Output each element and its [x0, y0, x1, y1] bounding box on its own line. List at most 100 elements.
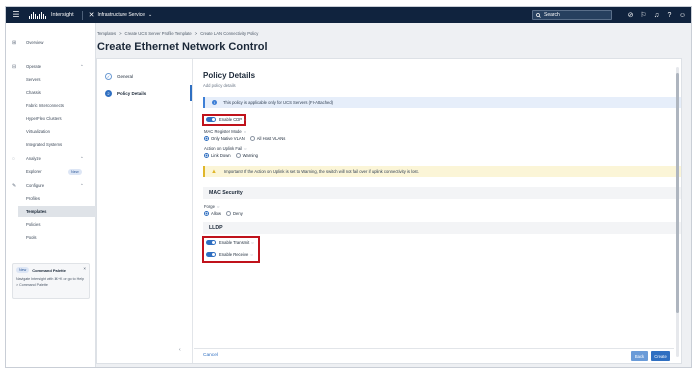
- sidebar-item-hyperflex-clusters[interactable]: HyperFlex Clusters: [6, 113, 96, 124]
- sidebar: ⊞ Overview ⊟ Operate ⌃ Servers Chassis F…: [6, 23, 96, 367]
- sidebar-item-label: Fabric Interconnects: [26, 103, 64, 108]
- radio-deny[interactable]: [226, 211, 232, 216]
- wizard-footer: Cancel Back Create: [194, 348, 674, 363]
- policy-details-panel: Policy Details Add policy details i This…: [194, 59, 681, 363]
- overview-icon: ⊞: [12, 39, 17, 46]
- section-subtitle: Add policy details: [203, 83, 236, 88]
- back-button[interactable]: Back: [631, 351, 648, 361]
- cisco-logo: [29, 11, 46, 19]
- radio-link-down[interactable]: [204, 153, 209, 158]
- enable-cdp-toggle[interactable]: Enable CDP ○: [206, 117, 246, 122]
- sidebar-item-label: Servers: [26, 77, 41, 82]
- bell-icon[interactable]: ♫: [652, 10, 661, 20]
- step-general[interactable]: ✓ General: [105, 73, 133, 80]
- topbar-actions: ⊘ ⚐ ♫ ? ☺: [626, 10, 687, 20]
- radio-all-host-vlans[interactable]: [249, 136, 255, 141]
- megaphone-icon[interactable]: ⚐: [639, 10, 648, 20]
- sidebar-item-label: Profiles: [26, 196, 40, 201]
- toggle-switch[interactable]: [206, 252, 216, 257]
- chevron-up-icon: ⌃: [80, 63, 84, 69]
- search-placeholder: Search: [544, 12, 560, 18]
- topbar-divider: [81, 10, 83, 20]
- breadcrumb-link[interactable]: Create LAN Connectivity Policy: [200, 31, 258, 36]
- help-icon[interactable]: ○: [250, 252, 252, 257]
- sidebar-item-profiles[interactable]: Profiles: [6, 193, 96, 204]
- sidebar-item-integrated-systems[interactable]: Integrated Systems: [6, 139, 96, 150]
- sidebar-item-configure[interactable]: ✎ Configure ⌃: [6, 180, 96, 191]
- breadcrumb: Templates > Create UCS Server Profile Te…: [97, 31, 258, 36]
- sidebar-item-servers[interactable]: Servers: [6, 74, 96, 85]
- radio-warning[interactable]: [235, 153, 241, 158]
- mac-security-heading: MAC Security: [203, 187, 681, 199]
- uplink-fail-group: Link Down Warning: [204, 153, 258, 158]
- user-icon[interactable]: ☺: [678, 10, 687, 20]
- sidebar-item-overview[interactable]: ⊞ Overview: [6, 37, 96, 48]
- radio-only-native-vlan[interactable]: [204, 136, 209, 141]
- chevron-left-icon[interactable]: ‹: [179, 347, 181, 353]
- help-icon[interactable]: ○: [244, 146, 246, 151]
- sidebar-item-analyze[interactable]: ◌ Analyze ⌃: [6, 153, 96, 164]
- sidebar-item-policies[interactable]: Policies: [6, 219, 96, 230]
- info-text: This policy is applicable only for UCS S…: [223, 100, 334, 105]
- help-icon[interactable]: ○: [244, 117, 246, 122]
- sidebar-item-explorer[interactable]: Explorer New: [6, 166, 96, 177]
- sidebar-item-label: Explorer: [26, 169, 42, 174]
- scrollbar-thumb[interactable]: [676, 73, 679, 313]
- field-label: Action on Uplink Fail: [204, 146, 243, 151]
- breadcrumb-link[interactable]: Create UCS Server Profile Template: [125, 31, 192, 36]
- toggle-label: Enable Receive: [219, 252, 249, 257]
- wizard-steps: ✓ General 2 Policy Details ‹: [97, 59, 193, 363]
- sidebar-item-label: Operate: [26, 64, 42, 69]
- help-icon[interactable]: ?: [665, 10, 674, 20]
- create-button[interactable]: Create: [651, 351, 670, 361]
- search-input[interactable]: Search: [532, 10, 612, 20]
- close-icon[interactable]: ×: [83, 266, 86, 271]
- step-number: 2: [105, 90, 112, 97]
- sidebar-item-label: Integrated Systems: [26, 142, 63, 147]
- chevron-up-icon: ⌃: [80, 155, 84, 161]
- step-policy-details[interactable]: 2 Policy Details: [105, 90, 146, 97]
- sidebar-item-pools[interactable]: Pools: [6, 232, 96, 243]
- enable-transmit-toggle[interactable]: Enable Transmit ○: [206, 240, 254, 245]
- warning-icon: ▲: [211, 168, 217, 175]
- field-label: Forge: [204, 204, 215, 209]
- mac-register-mode-label: MAC Register Mode ○: [204, 129, 246, 134]
- service-selector[interactable]: Infrastructure Service: [98, 12, 146, 18]
- sidebar-item-templates[interactable]: Templates: [18, 206, 96, 217]
- step-label: General: [117, 74, 134, 79]
- sidebar-item-fabric-interconnects[interactable]: Fabric Interconnects: [6, 100, 96, 111]
- check-circle-icon[interactable]: ⊘: [626, 10, 635, 20]
- sidebar-item-chassis[interactable]: Chassis: [6, 87, 96, 98]
- configure-icon: ✎: [12, 182, 17, 189]
- field-label: MAC Register Mode: [204, 129, 242, 134]
- top-bar: ☰ Intersight ✕ Infrastructure Service ⌄ …: [6, 7, 691, 23]
- forge-label: Forge ○: [204, 204, 219, 209]
- search-icon: [536, 12, 541, 18]
- palette-description: Navigate Intersight with ⌘+K or go to He…: [16, 277, 85, 287]
- sidebar-item-operate[interactable]: ⊟ Operate ⌃: [6, 61, 96, 72]
- menu-icon[interactable]: ☰: [11, 10, 21, 20]
- sidebar-item-label: Virtualization: [26, 129, 50, 134]
- radio-label: Deny: [233, 211, 243, 216]
- service-icon: ✕: [88, 12, 95, 19]
- sidebar-item-label: Chassis: [26, 90, 41, 95]
- sidebar-item-virtualization[interactable]: Virtualization: [6, 126, 96, 137]
- action-on-uplink-fail-label: Action on Uplink Fail ○: [204, 146, 247, 151]
- help-icon[interactable]: ○: [217, 204, 219, 209]
- info-icon: i: [212, 100, 217, 105]
- help-icon[interactable]: ○: [244, 129, 246, 134]
- breadcrumb-link[interactable]: Templates: [97, 31, 116, 36]
- command-palette-promo: New Command Palette × Navigate Intersigh…: [12, 263, 90, 299]
- toggle-switch[interactable]: [206, 240, 216, 245]
- toggle-switch[interactable]: [206, 117, 216, 122]
- radio-allow[interactable]: [204, 211, 209, 216]
- scrollbar[interactable]: [676, 67, 679, 357]
- lldp-heading: LLDP: [203, 222, 681, 234]
- sidebar-item-label: Policies: [26, 222, 41, 227]
- sidebar-item-label: HyperFlex Clusters: [26, 116, 62, 121]
- help-icon[interactable]: ○: [251, 240, 253, 245]
- radio-label: All Host VLANs: [256, 136, 286, 141]
- chevron-down-icon[interactable]: ⌄: [148, 12, 152, 18]
- enable-receive-toggle[interactable]: Enable Receive ○: [206, 252, 253, 257]
- cancel-button[interactable]: Cancel: [203, 353, 218, 358]
